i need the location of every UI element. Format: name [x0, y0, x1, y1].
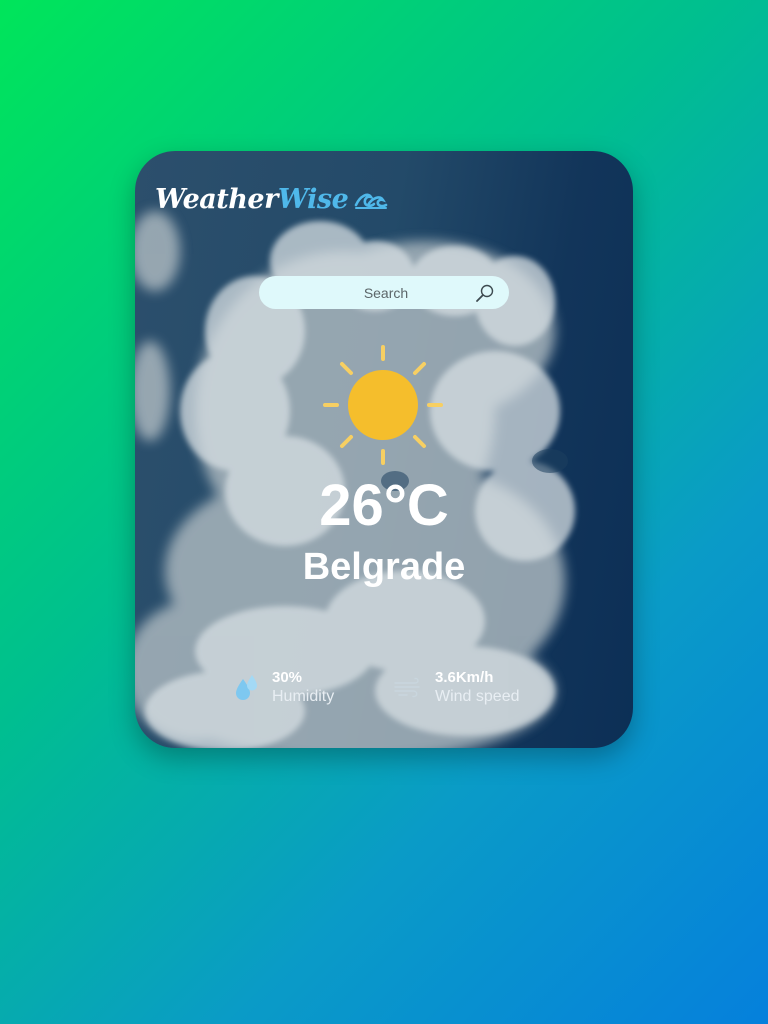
city-name: Belgrade [302, 546, 466, 588]
sun-icon [321, 343, 445, 467]
search-input[interactable] [259, 284, 509, 301]
magnifier-icon[interactable] [475, 283, 495, 303]
humidity-value: 30% [272, 669, 303, 686]
brand-logo: Weather Wise [155, 179, 388, 219]
water-drops-icon [234, 673, 260, 703]
wind-detail: 3.6Km/h Wind speed [393, 669, 520, 707]
humidity-label: Humidity [272, 688, 335, 705]
wind-label: Wind speed [435, 688, 520, 705]
humidity-detail: 30% Humidity [234, 669, 334, 707]
wind-value: 3.6Km/h [435, 669, 494, 686]
weather-details: 30% Humidity 3.6Km/h Wind speed [135, 669, 633, 713]
temperature: 26°C [319, 473, 449, 538]
search-bar [259, 276, 509, 309]
weather-card: Weather Wise Search 26°C Belgrade 30% Hu… [135, 151, 633, 748]
wave-icon [354, 188, 388, 215]
brand-name-weather: Weather [155, 183, 278, 215]
wind-icon [393, 677, 423, 699]
brand-name-wise: Wise [277, 183, 349, 215]
